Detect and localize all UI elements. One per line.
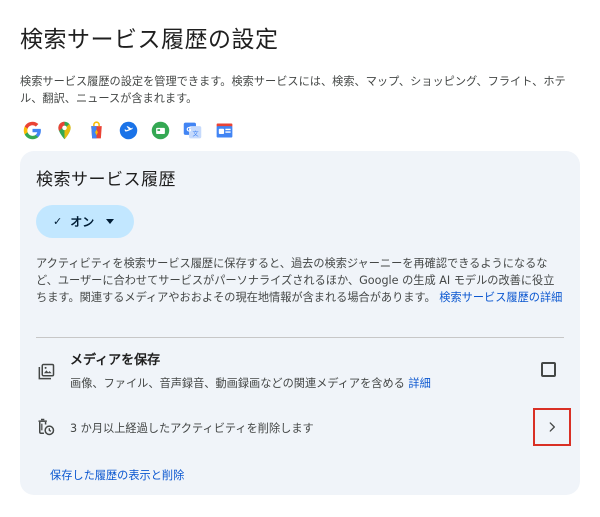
news-icon	[214, 120, 235, 141]
status-dropdown[interactable]: ✓ オン	[36, 205, 134, 238]
media-library-icon	[38, 363, 55, 380]
shopping-icon	[86, 120, 107, 141]
auto-delete-button[interactable]	[533, 408, 571, 446]
hotels-icon	[150, 120, 171, 141]
learn-more-link[interactable]: 検索サービス履歴の詳細	[439, 291, 562, 304]
auto-delete-icon	[38, 418, 55, 436]
caret-down-icon	[106, 219, 115, 224]
product-icons-row: G 文	[22, 120, 235, 141]
status-label: オン	[70, 215, 95, 229]
search-history-card: 検索サービス履歴 ✓ オン アクティビティを検索サービス履歴に保存すると、過去の…	[20, 151, 580, 495]
save-media-description: 画像、ファイル、音声録音、動画録画などの関連メディアを含める 詳細	[70, 375, 431, 391]
check-icon: ✓	[53, 215, 63, 228]
card-description: アクティビティを検索サービス履歴に保存すると、過去の検索ジャーニーを再確認できる…	[36, 255, 564, 306]
page-description: 検索サービス履歴の設定を管理できます。検索サービスには、検索、マップ、ショッピン…	[20, 75, 566, 105]
google-icon	[22, 120, 43, 141]
save-media-description-text: 画像、ファイル、音声録音、動画録画などの関連メディアを含める	[70, 377, 405, 390]
divider	[36, 337, 564, 338]
save-media-checkbox[interactable]	[541, 362, 556, 377]
maps-icon	[54, 120, 75, 141]
media-details-link[interactable]: 詳細	[408, 377, 430, 390]
svg-text:文: 文	[193, 130, 199, 138]
save-media-title: メディアを保存	[70, 353, 161, 368]
flights-icon	[118, 120, 139, 141]
chevron-right-icon	[549, 422, 555, 432]
auto-delete-label: 3 か月以上経過したアクティビティを削除します	[70, 422, 314, 435]
svg-text:G: G	[186, 126, 191, 133]
page-title: 検索サービス履歴の設定	[20, 27, 279, 53]
translate-icon: G 文	[182, 120, 203, 141]
view-history-link[interactable]: 保存した履歴の表示と削除	[50, 467, 184, 483]
card-title: 検索サービス履歴	[36, 170, 176, 190]
